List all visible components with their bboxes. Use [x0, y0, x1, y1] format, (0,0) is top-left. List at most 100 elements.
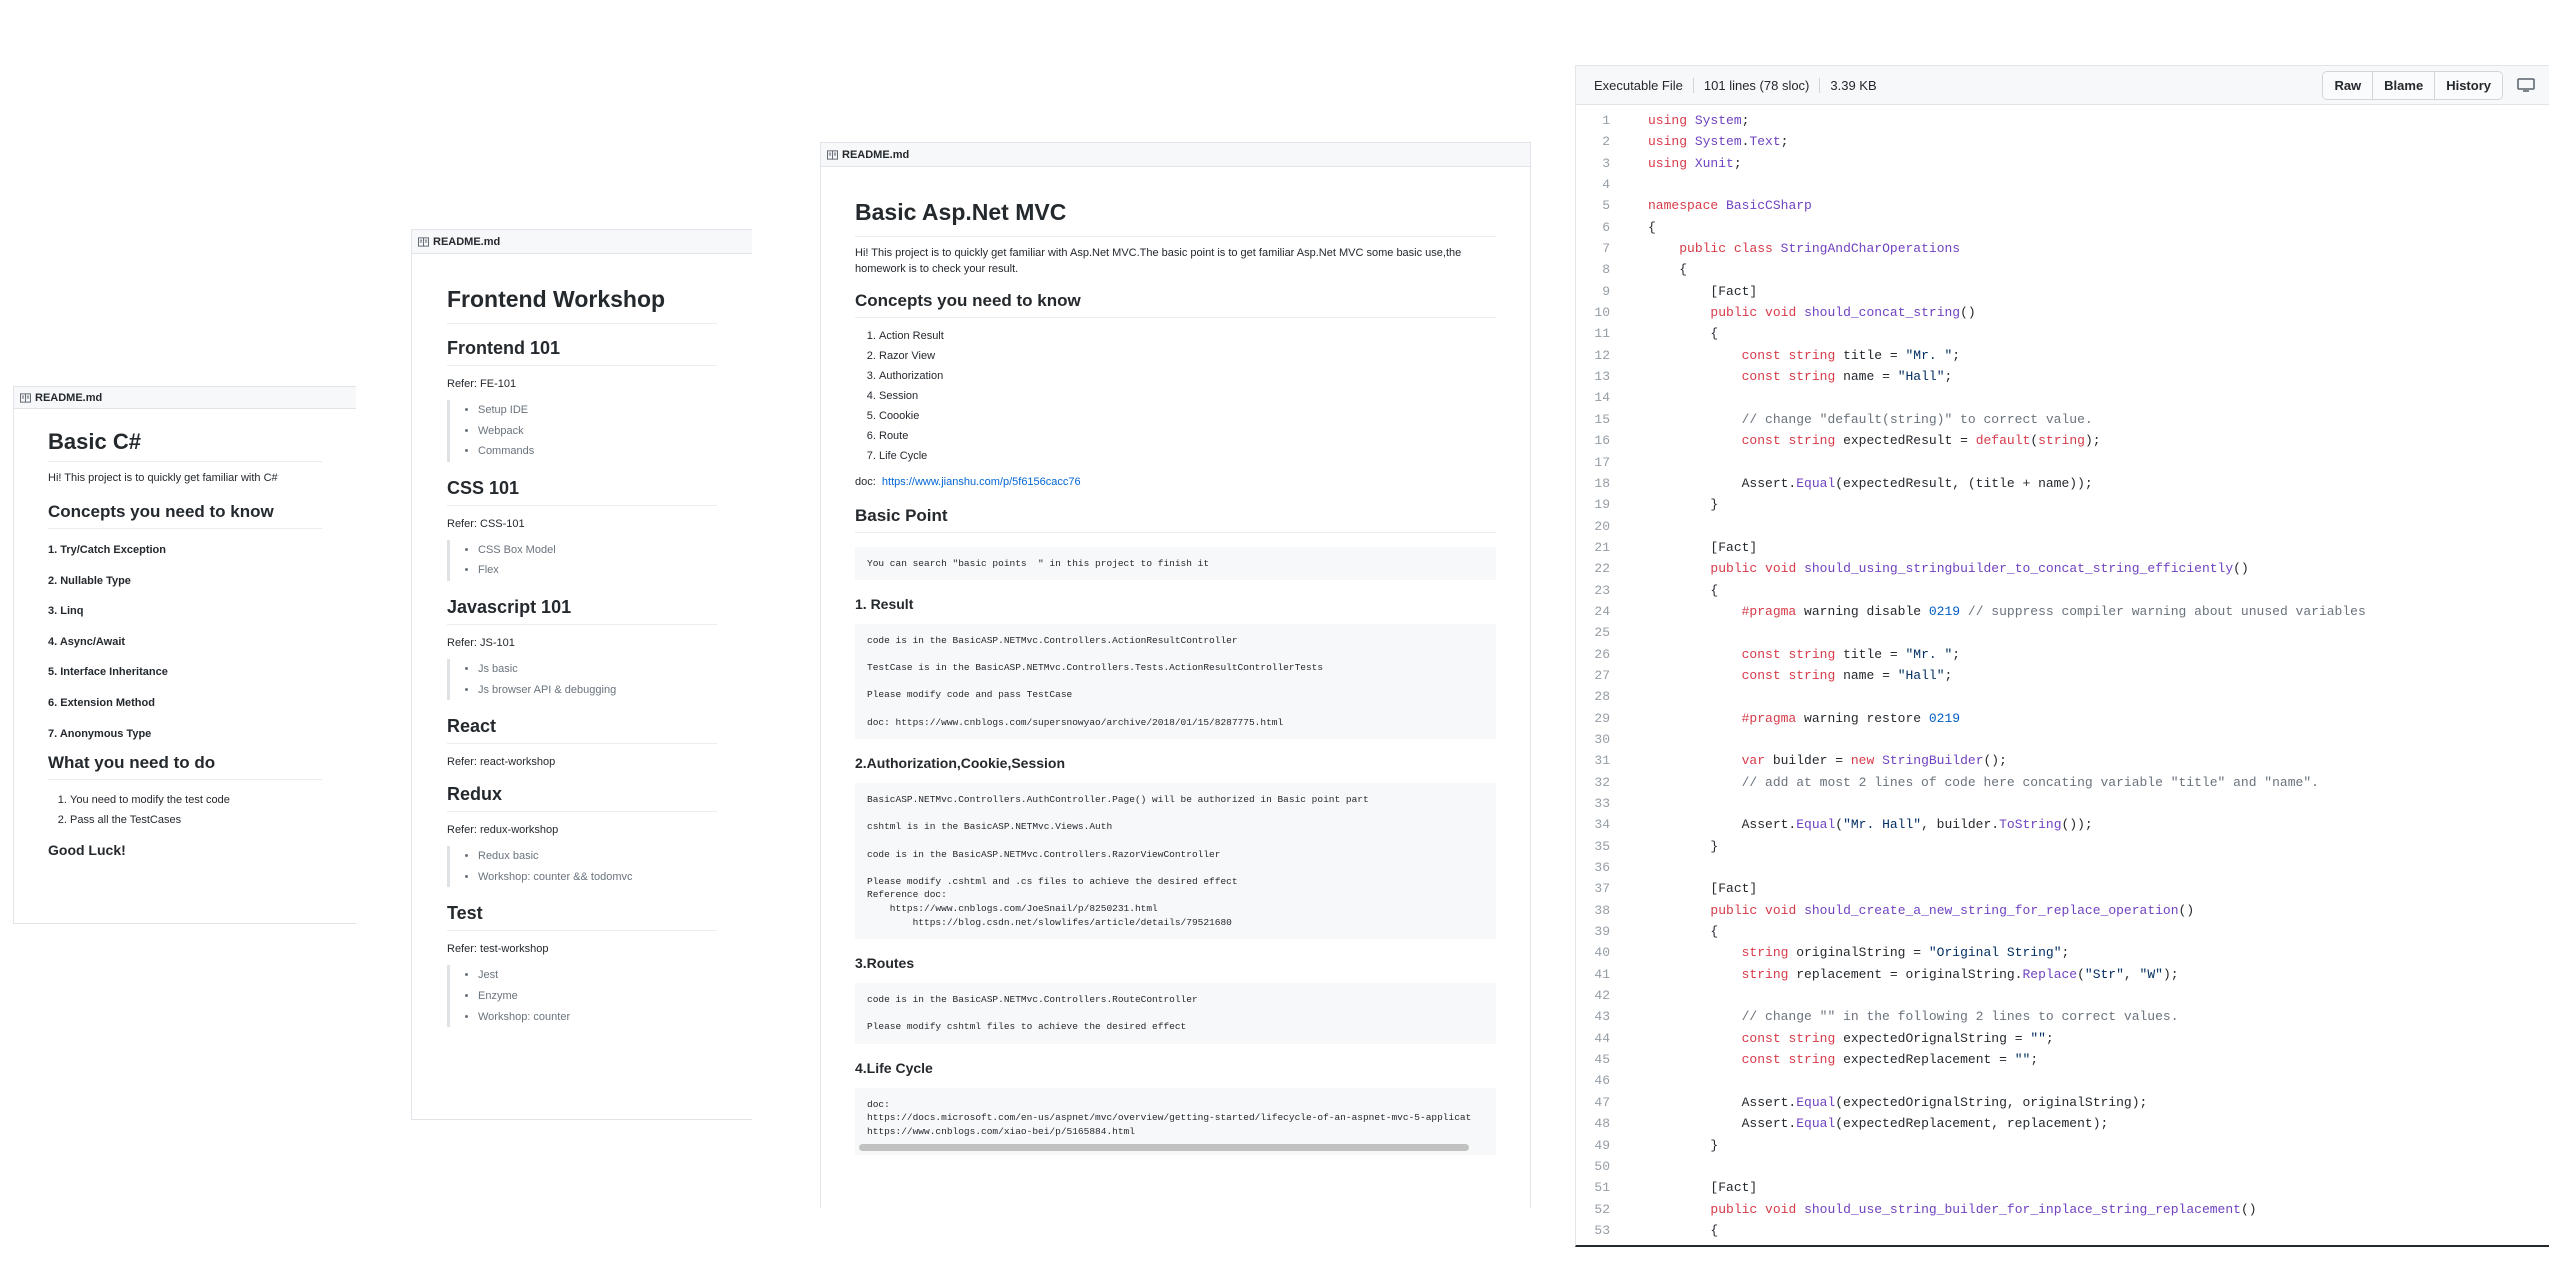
line-number[interactable]: 20	[1576, 516, 1624, 537]
line-number[interactable]: 48	[1576, 1113, 1624, 1134]
code-line: 11 {	[1576, 323, 2549, 344]
code-line: 51 [Fact]	[1576, 1177, 2549, 1198]
code-line: 35 }	[1576, 836, 2549, 857]
blame-button[interactable]: Blame	[2373, 72, 2436, 99]
line-code: #pragma warning restore 0219	[1741, 710, 1961, 726]
code-line: 3 using Xunit;	[1576, 153, 2549, 174]
line-number[interactable]: 47	[1576, 1092, 1624, 1113]
section-heading: Redux	[447, 784, 717, 813]
line-number[interactable]: 10	[1576, 302, 1624, 323]
line-number[interactable]: 5	[1576, 195, 1624, 216]
line-number[interactable]: 18	[1576, 473, 1624, 494]
readme-filename: README.md	[842, 148, 910, 161]
code-line: 46	[1576, 1070, 2549, 1091]
doc-line: doc: https://www.jianshu.com/p/5f6156cac…	[855, 476, 1496, 488]
code-line: 42	[1576, 985, 2549, 1006]
line-number[interactable]: 6	[1576, 217, 1624, 238]
concepts-heading: Concepts you need to know	[48, 502, 322, 529]
code-line: 52 public void should_use_string_builder…	[1576, 1199, 2549, 1220]
line-number[interactable]: 37	[1576, 878, 1624, 899]
line-number[interactable]: 43	[1576, 1006, 1624, 1027]
line-number[interactable]: 32	[1576, 772, 1624, 793]
line-number[interactable]: 4	[1576, 174, 1624, 195]
line-number[interactable]: 51	[1576, 1177, 1624, 1198]
line-code: [Fact]	[1648, 283, 1758, 299]
code-line: 21 [Fact]	[1576, 537, 2549, 558]
list-item: Js basic	[478, 659, 717, 680]
desktop-icon[interactable]	[2517, 78, 2535, 92]
raw-button[interactable]: Raw	[2323, 72, 2374, 99]
todo-item: Pass all the TestCases	[70, 810, 322, 830]
list-item: Enzyme	[478, 986, 717, 1007]
line-number[interactable]: 52	[1576, 1199, 1624, 1220]
line-number[interactable]: 27	[1576, 665, 1624, 686]
line-number[interactable]: 35	[1576, 836, 1624, 857]
line-number[interactable]: 44	[1576, 1028, 1624, 1049]
line-number[interactable]: 30	[1576, 729, 1624, 750]
code-line: 25	[1576, 622, 2549, 643]
line-number[interactable]: 38	[1576, 900, 1624, 921]
line-number[interactable]: 13	[1576, 366, 1624, 387]
line-number[interactable]: 12	[1576, 345, 1624, 366]
history-button[interactable]: History	[2435, 72, 2502, 99]
line-number[interactable]: 14	[1576, 387, 1624, 408]
line-number[interactable]: 46	[1576, 1070, 1624, 1091]
line-number[interactable]: 24	[1576, 601, 1624, 622]
code-line: 14	[1576, 387, 2549, 408]
line-number[interactable]: 8	[1576, 259, 1624, 280]
line-number[interactable]: 19	[1576, 494, 1624, 515]
code-line: 23 {	[1576, 580, 2549, 601]
concept-item: Razor View	[879, 346, 1496, 366]
line-number[interactable]: 9	[1576, 281, 1624, 302]
line-number[interactable]: 3	[1576, 153, 1624, 174]
line-number[interactable]: 53	[1576, 1220, 1624, 1241]
section-heading: Frontend 101	[447, 338, 717, 366]
line-code: }	[1648, 1137, 1719, 1153]
line-code: public void should_using_stringbuilder_t…	[1710, 561, 2249, 577]
line-number[interactable]: 1	[1576, 110, 1624, 131]
code-line: 38 public void should_create_a_new_strin…	[1576, 900, 2549, 921]
line-number[interactable]: 25	[1576, 622, 1624, 643]
line-number[interactable]: 42	[1576, 985, 1624, 1006]
line-number[interactable]: 31	[1576, 750, 1624, 771]
line-number[interactable]: 15	[1576, 409, 1624, 430]
line-code: string replacement = originalString.Repl…	[1741, 966, 2179, 982]
line-number[interactable]: 41	[1576, 964, 1624, 985]
book-icon	[827, 149, 838, 160]
code-block: code is in the BasicASP.NETMvc.Controlle…	[855, 983, 1496, 1044]
line-number[interactable]: 22	[1576, 558, 1624, 579]
line-code: // add at most 2 lines of code here conc…	[1741, 774, 2319, 790]
page-title: Basic C#	[48, 429, 322, 462]
line-number[interactable]: 16	[1576, 430, 1624, 451]
line-number[interactable]: 28	[1576, 686, 1624, 707]
line-number[interactable]: 36	[1576, 857, 1624, 878]
line-number[interactable]: 29	[1576, 708, 1624, 729]
doc-link[interactable]: https://www.jianshu.com/p/5f6156cacc76	[882, 476, 1081, 488]
line-number[interactable]: 17	[1576, 452, 1624, 473]
horizontal-scrollbar[interactable]	[859, 1143, 1469, 1151]
line-number[interactable]: 2	[1576, 131, 1624, 152]
concept-item: Session	[879, 386, 1496, 406]
section-heading: CSS 101	[447, 478, 717, 506]
line-number[interactable]: 45	[1576, 1049, 1624, 1070]
line-number[interactable]: 49	[1576, 1135, 1624, 1156]
section-refer: Refer: redux-workshop	[447, 824, 559, 837]
line-number[interactable]: 50	[1576, 1156, 1624, 1177]
code-line: 39 {	[1576, 921, 2549, 942]
list-item: Workshop: counter	[478, 1007, 717, 1028]
line-number[interactable]: 34	[1576, 814, 1624, 835]
line-number[interactable]: 39	[1576, 921, 1624, 942]
line-number[interactable]: 11	[1576, 323, 1624, 344]
concept-item: Action Result	[879, 326, 1496, 346]
line-number[interactable]: 33	[1576, 793, 1624, 814]
concept-item: 3. Linq	[48, 605, 84, 618]
line-number[interactable]: 26	[1576, 644, 1624, 665]
line-number[interactable]: 21	[1576, 537, 1624, 558]
line-number[interactable]: 23	[1576, 580, 1624, 601]
line-number[interactable]: 7	[1576, 238, 1624, 259]
line-number[interactable]: 40	[1576, 942, 1624, 963]
